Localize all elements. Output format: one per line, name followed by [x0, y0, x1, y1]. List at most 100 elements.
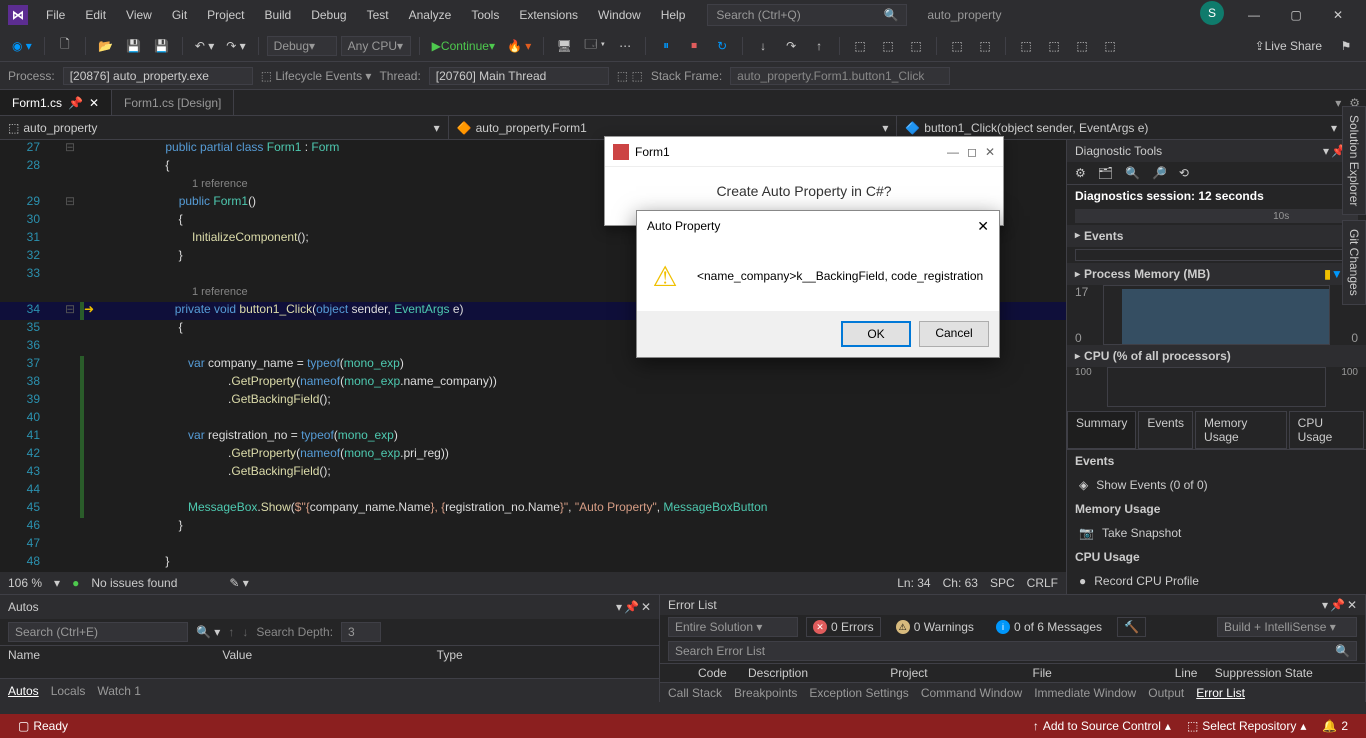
step-icon[interactable]: ⋯ — [613, 34, 637, 58]
source-control-button[interactable]: ↑ Add to Source Control ▴ — [1025, 719, 1179, 733]
form-min-icon[interactable]: — — [947, 145, 959, 159]
zoom-out-icon[interactable]: 🔎 — [1152, 166, 1167, 180]
code-line[interactable]: 45 MessageBox.Show($"{company_name.Name}… — [0, 500, 1066, 518]
notifications-button[interactable]: 🔔2 — [1314, 719, 1356, 733]
lineend-indicator[interactable]: CRLF — [1027, 576, 1058, 590]
tab-form1-design[interactable]: Form1.cs [Design] — [112, 90, 234, 115]
restart-icon[interactable]: ↻ — [710, 34, 734, 58]
menu-build[interactable]: Build — [255, 4, 302, 26]
code-line[interactable]: 42 .GetProperty(nameof(mono_exp.pri_reg)… — [0, 446, 1066, 464]
new-item-icon[interactable]: 🗋 — [53, 34, 77, 58]
debug-target-icon[interactable]: 🗔 ▾ — [580, 34, 609, 58]
reset-icon[interactable]: ⟲ — [1179, 166, 1189, 180]
events-section-header[interactable]: Events — [1067, 225, 1366, 247]
autos-search[interactable]: Search (Ctrl+E) — [8, 622, 188, 642]
nav-up-icon[interactable]: ↑ — [228, 625, 234, 639]
tab-breakpoints[interactable]: Breakpoints — [734, 686, 797, 700]
menu-view[interactable]: View — [116, 4, 162, 26]
menu-project[interactable]: Project — [197, 4, 254, 26]
form1-titlebar[interactable]: Form1 —◻✕ — [605, 137, 1003, 167]
maximize-button[interactable]: ▢ — [1276, 1, 1316, 29]
tab-memory-usage[interactable]: Memory Usage — [1195, 411, 1287, 449]
tab-cpu-usage[interactable]: CPU Usage — [1289, 411, 1364, 449]
code-line[interactable]: 43 .GetBackingField(); — [0, 464, 1066, 482]
repo-button[interactable]: ⬚ Select Repository ▴ — [1179, 719, 1314, 733]
menu-help[interactable]: Help — [651, 4, 696, 26]
menu-debug[interactable]: Debug — [301, 4, 356, 26]
continue-button[interactable]: ▶ Continue ▾ — [428, 34, 499, 58]
tab-immediate[interactable]: Immediate Window — [1034, 686, 1136, 700]
intellisense-dropdown[interactable]: Build + IntelliSense ▾ — [1217, 617, 1357, 637]
code-line[interactable]: 40 — [0, 410, 1066, 428]
save-all-icon[interactable]: 💾 — [150, 34, 174, 58]
select-tools-icon[interactable]: 🗂 — [1098, 166, 1113, 180]
tab-exception[interactable]: Exception Settings — [809, 686, 908, 700]
user-avatar[interactable]: S — [1200, 1, 1224, 25]
menu-tools[interactable]: Tools — [461, 4, 509, 26]
code-line[interactable]: 38 .GetProperty(nameof(mono_exp.name_com… — [0, 374, 1066, 392]
tab-locals[interactable]: Locals — [51, 684, 86, 698]
timeline[interactable]: 10s — [1075, 209, 1358, 223]
record-cpu-link[interactable]: ● Record CPU Profile — [1067, 568, 1366, 594]
git-changes-tab[interactable]: Git Changes — [1342, 220, 1366, 305]
ok-button[interactable]: OK — [841, 321, 911, 347]
depth-dropdown[interactable]: 3 — [341, 622, 381, 642]
search-input[interactable]: Search (Ctrl+Q) 🔍 — [707, 4, 907, 26]
menu-file[interactable]: File — [36, 4, 75, 26]
warnings-filter[interactable]: ⚠0 Warnings — [889, 617, 981, 637]
issues-status[interactable]: No issues found — [91, 576, 177, 590]
solution-explorer-tab[interactable]: Solution Explorer — [1342, 106, 1366, 215]
redo-icon[interactable]: ↷ ▾ — [222, 34, 249, 58]
errors-filter[interactable]: ✕0 Errors — [806, 617, 881, 637]
stackframe-dropdown[interactable]: auto_property.Form1.button1_Click — [730, 67, 950, 85]
minimize-button[interactable]: — — [1234, 1, 1274, 29]
spacing-indicator[interactable]: SPC — [990, 576, 1015, 590]
code-line[interactable]: 46 } — [0, 518, 1066, 536]
feedback-icon[interactable]: ⚑ — [1334, 34, 1358, 58]
thread-dropdown[interactable]: [20760] Main Thread — [429, 67, 609, 85]
hot-reload-icon[interactable]: 🔥 ▾ — [503, 34, 535, 58]
menu-analyze[interactable]: Analyze — [399, 4, 462, 26]
form-close-icon[interactable]: ✕ — [985, 145, 995, 159]
tab-summary[interactable]: Summary — [1067, 411, 1136, 449]
tab-autos[interactable]: Autos — [8, 684, 39, 698]
search-icon[interactable]: 🔍 ▾ — [196, 625, 220, 639]
zoom-level[interactable]: 106 % — [8, 576, 42, 590]
tool4-icon[interactable]: ⬚ — [945, 34, 969, 58]
code-line[interactable]: 44 — [0, 482, 1066, 500]
pin-icon[interactable]: 📌 — [68, 96, 83, 110]
process-dropdown[interactable]: [20876] auto_property.exe — [63, 67, 253, 85]
nav-down-icon[interactable]: ↓ — [242, 625, 248, 639]
take-snapshot-link[interactable]: 📷 Take Snapshot — [1067, 520, 1366, 546]
code-line[interactable]: 48 } — [0, 554, 1066, 572]
menu-edit[interactable]: Edit — [75, 4, 116, 26]
tool2-icon[interactable]: ⬚ — [876, 34, 900, 58]
messages-filter[interactable]: i0 of 6 Messages — [989, 617, 1109, 637]
undo-icon[interactable]: ↶ ▾ — [191, 34, 218, 58]
menu-extensions[interactable]: Extensions — [509, 4, 588, 26]
tab-output[interactable]: Output — [1148, 686, 1184, 700]
tab-watch1[interactable]: Watch 1 — [97, 684, 141, 698]
browser-icon[interactable]: 🖥 — [552, 34, 576, 58]
panel-dropdown-icon[interactable]: ▾ — [1323, 144, 1329, 158]
live-share-button[interactable]: ⇪ Live Share — [1251, 34, 1326, 58]
build-filter[interactable]: 🔨 — [1117, 617, 1146, 637]
tool9-icon[interactable]: ⬚ — [1098, 34, 1122, 58]
tool3-icon[interactable]: ⬚ — [904, 34, 928, 58]
open-icon[interactable]: 📂 — [94, 34, 118, 58]
menu-test[interactable]: Test — [357, 4, 399, 26]
platform-dropdown[interactable]: Any CPU ▾ — [341, 36, 411, 56]
tool6-icon[interactable]: ⬚ — [1014, 34, 1038, 58]
tool7-icon[interactable]: ⬚ — [1042, 34, 1066, 58]
code-line[interactable]: 47 — [0, 536, 1066, 554]
tool1-icon[interactable]: ⬚ — [848, 34, 872, 58]
gear-icon[interactable]: ⚙ — [1075, 166, 1086, 180]
zoom-in-icon[interactable]: 🔍 — [1125, 166, 1140, 180]
close-button[interactable]: ✕ — [1318, 1, 1358, 29]
code-line[interactable]: 41 var registration_no = typeof(mono_exp… — [0, 428, 1066, 446]
menu-window[interactable]: Window — [588, 4, 651, 26]
namespace-dropdown[interactable]: ⬚ auto_property▾ — [0, 116, 449, 139]
procmem-section-header[interactable]: Process Memory (MB) ▮▼●P — [1067, 263, 1366, 285]
tool8-icon[interactable]: ⬚ — [1070, 34, 1094, 58]
scope-dropdown[interactable]: Entire Solution ▾ — [668, 617, 798, 637]
